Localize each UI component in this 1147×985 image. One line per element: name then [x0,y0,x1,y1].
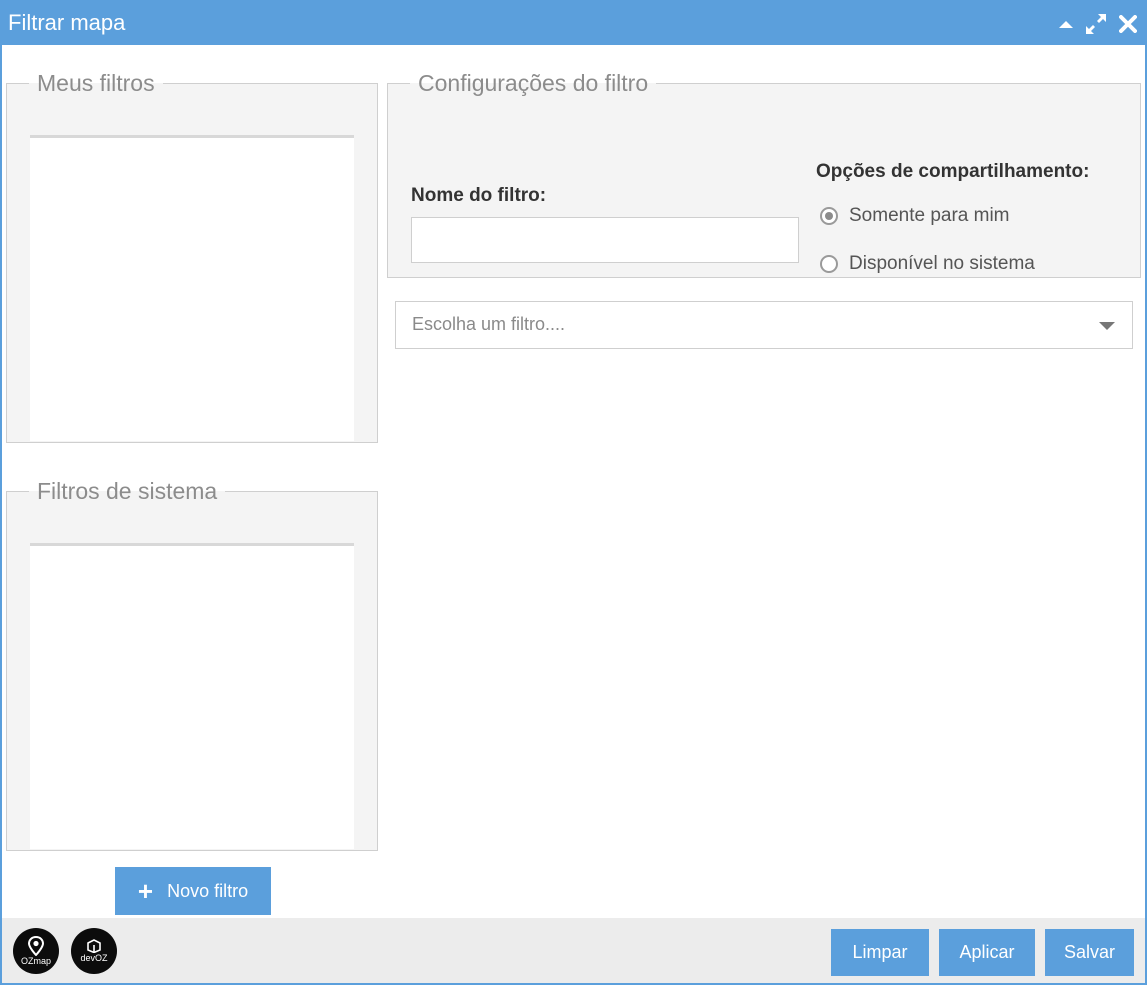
save-button[interactable]: Salvar [1045,929,1134,976]
chevron-down-icon[interactable] [1099,322,1115,330]
title-bar[interactable]: Filtrar mapa [2,2,1145,45]
radio-only-me[interactable]: Somente para mim [820,205,1010,227]
my-filters-title: Meus filtros [37,70,155,96]
system-filters-title: Filtros de sistema [37,478,218,504]
plus-icon: + [137,876,154,906]
ozmap-logo: OZmap [13,928,59,974]
apply-button[interactable]: Aplicar [939,929,1035,976]
ozmap-logo-text: OZmap [20,956,51,966]
new-filter-label: Novo filtro [167,880,249,901]
expand-icon[interactable] [1084,2,1108,45]
filter-select-placeholder: Escolha um filtro.... [412,314,566,334]
new-filter-button[interactable]: + Novo filtro [115,867,271,915]
filter-config-panel: Configurações do filtro Nome do filtro: … [387,70,1141,278]
system-filters-list[interactable] [30,543,354,849]
my-filters-list[interactable] [30,135,354,441]
filter-select[interactable]: Escolha um filtro.... [395,301,1133,349]
radio-unchecked-icon[interactable] [820,255,838,273]
filter-map-dialog: Filtrar mapa Meus filtros Filtros de sis… [0,0,1147,985]
my-filters-panel: Meus filtros [6,70,378,443]
sharing-options-label: Opções de compartilhamento: [816,161,1090,182]
radio-available-system[interactable]: Disponível no sistema [820,253,1035,275]
dialog-footer: OZmap devOZ Limpar Aplicar Salvar [2,918,1145,983]
radio-checked-icon[interactable] [820,207,838,225]
dialog-title: Filtrar mapa [8,10,126,35]
caret-up-icon[interactable] [1054,2,1078,45]
radio-available-system-label: Disponível no sistema [849,253,1035,274]
devoz-logo: devOZ [71,928,117,974]
devoz-logo-text: devOZ [80,953,108,963]
filter-name-label: Nome do filtro: [411,185,547,206]
clear-button[interactable]: Limpar [831,929,929,976]
system-filters-panel: Filtros de sistema [6,478,378,851]
cube-icon [87,939,101,953]
map-pin-icon [27,936,45,956]
close-icon[interactable] [1116,2,1140,45]
filter-config-title: Configurações do filtro [418,70,649,96]
filter-name-input[interactable] [411,217,799,263]
radio-only-me-label: Somente para mim [849,205,1010,226]
